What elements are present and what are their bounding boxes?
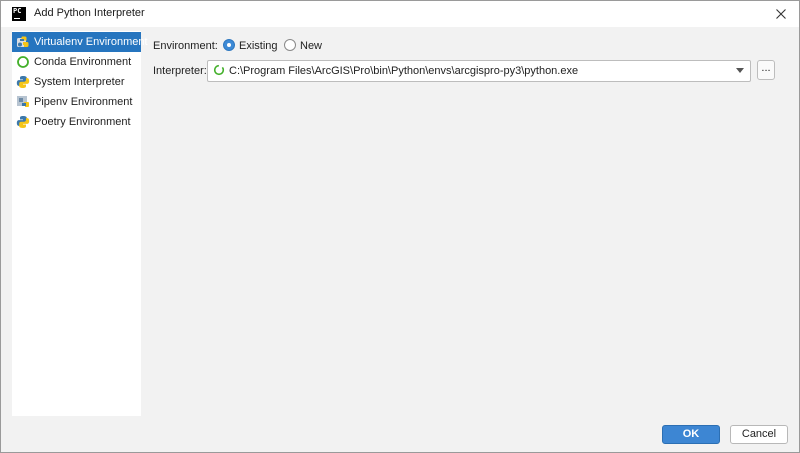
interpreter-path-value: C:\Program Files\ArcGIS\Pro\bin\Python\e… [229, 65, 579, 77]
dialog-title: Add Python Interpreter [34, 7, 145, 19]
environment-label: Environment: [153, 40, 218, 52]
add-python-interpreter-dialog: PC Add Python Interpreter Virtualenv Env… [0, 0, 800, 453]
interpreter-type-list: Virtualenv Environment Conda Environment… [12, 31, 148, 416]
environment-new-label[interactable]: New [300, 40, 322, 52]
pipenv-icon [17, 96, 29, 107]
sidebar-item-label: Conda Environment [34, 56, 132, 68]
environment-existing-radio[interactable] [223, 39, 235, 51]
app-icon-text: PC [13, 7, 22, 15]
sidebar-item-conda[interactable]: Conda Environment [12, 52, 141, 72]
sidebar-item-virtualenv[interactable]: Virtualenv Environment [12, 32, 148, 52]
interpreter-label: Interpreter: [153, 65, 207, 77]
sidebar-item-label: Virtualenv Environment [34, 36, 148, 48]
sidebar-item-system[interactable]: System Interpreter [12, 72, 141, 92]
python-icon [16, 76, 30, 88]
conda-icon [17, 56, 29, 68]
sidebar-item-label: Poetry Environment [34, 116, 131, 128]
close-icon [776, 9, 786, 19]
sidebar-item-label: System Interpreter [34, 76, 125, 88]
sidebar-item-pipenv[interactable]: Pipenv Environment [12, 92, 141, 112]
pycharm-app-icon: PC [12, 7, 26, 21]
title-bar: PC Add Python Interpreter [1, 1, 799, 27]
conda-icon [213, 64, 225, 76]
python-venv-icon [17, 36, 29, 47]
sidebar-item-label: Pipenv Environment [34, 96, 133, 108]
interpreter-combobox[interactable]: C:\Program Files\ArcGIS\Pro\bin\Python\e… [207, 60, 751, 82]
close-button[interactable] [771, 4, 791, 24]
cancel-button[interactable]: Cancel [730, 425, 788, 444]
poetry-icon [16, 116, 30, 128]
sidebar-item-poetry[interactable]: Poetry Environment [12, 112, 141, 132]
ok-button[interactable]: OK [662, 425, 720, 444]
environment-new-radio[interactable] [284, 39, 296, 51]
browse-interpreter-button[interactable]: ... [757, 60, 775, 80]
environment-existing-label[interactable]: Existing [239, 40, 278, 52]
chevron-down-icon[interactable] [736, 68, 744, 73]
